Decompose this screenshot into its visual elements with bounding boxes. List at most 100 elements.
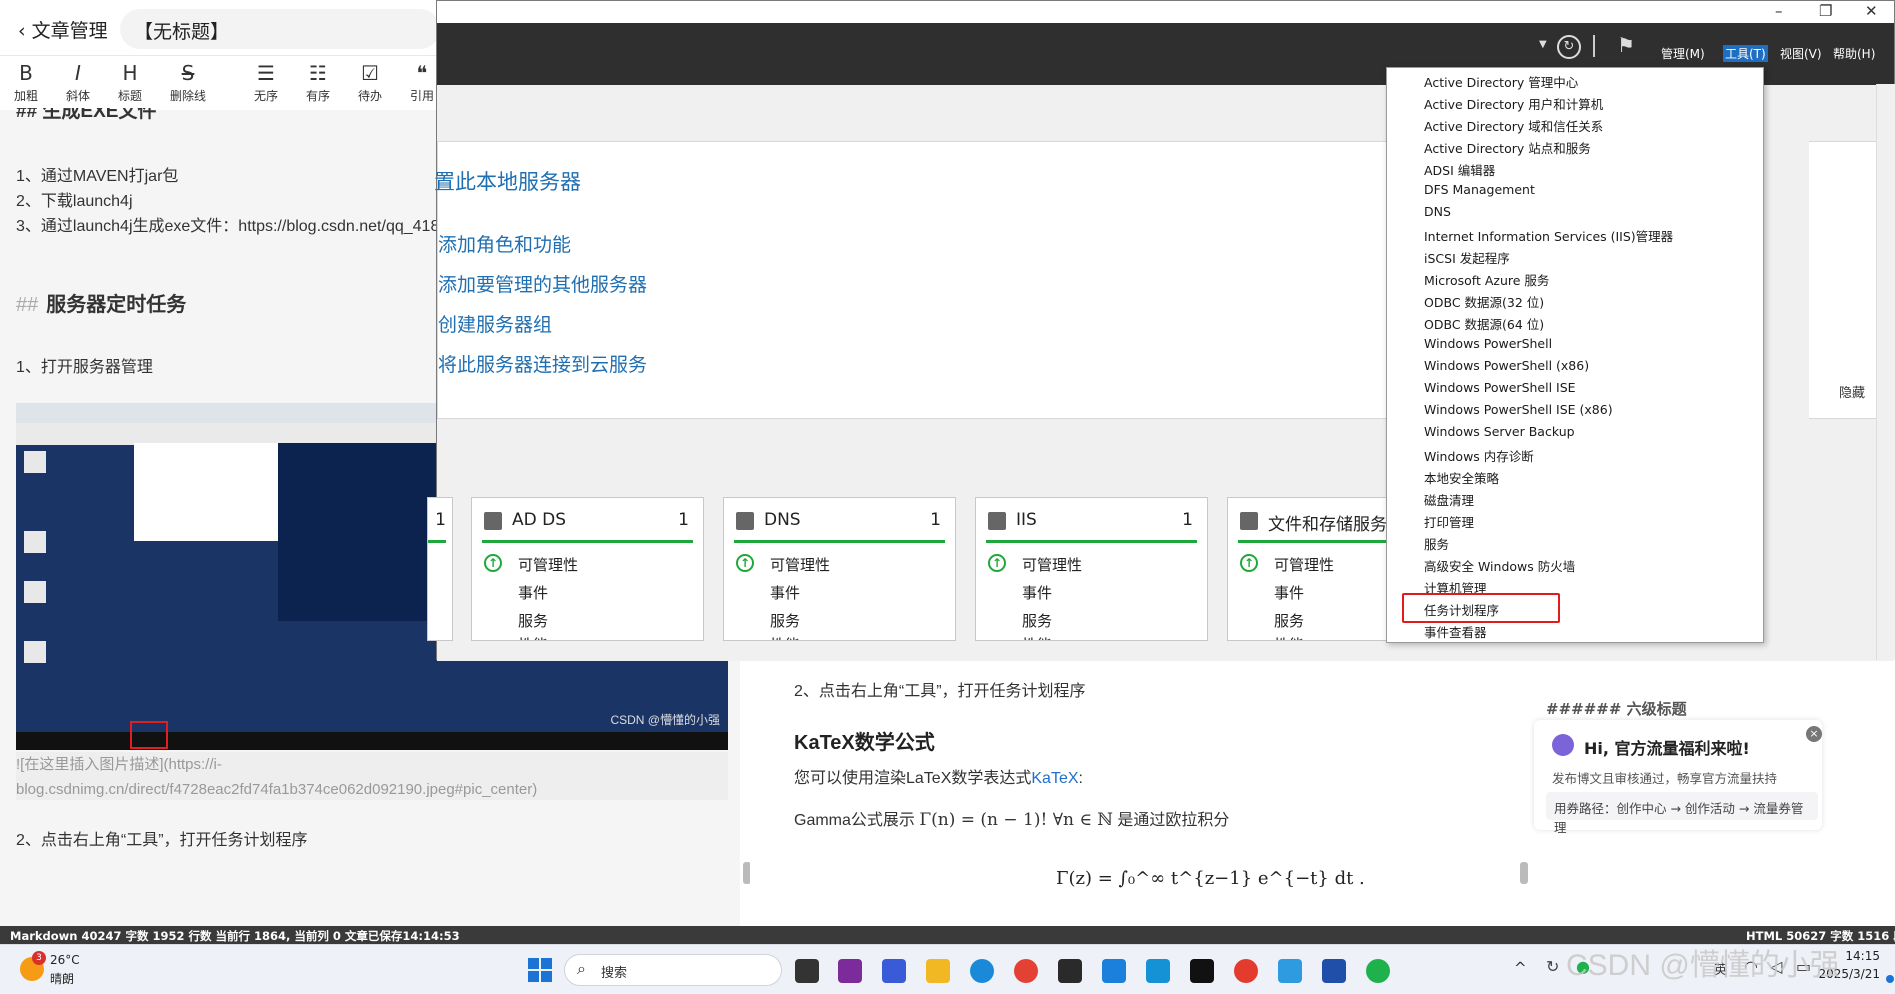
notepad-icon[interactable]	[1102, 959, 1126, 983]
todo-button[interactable]: ☑ 待办	[350, 62, 390, 104]
menu-item[interactable]: Active Directory 站点和服务	[1424, 138, 1591, 157]
tools-dropdown-menu: Active Directory 管理中心 Active Directory 用…	[1386, 67, 1764, 643]
ad-ds-icon	[484, 512, 502, 530]
editor-sidebar: ###### 六级标题 Hi, 官方流量福利来啦! 发布博文且审核通过，畅享官方…	[1530, 660, 1830, 940]
menu-item[interactable]: ODBC 数据源(64 位)	[1424, 314, 1544, 333]
close-icon[interactable]: ×	[1806, 726, 1822, 742]
remote-desktop-icon[interactable]	[1322, 959, 1346, 983]
remote-app-icon[interactable]	[1146, 959, 1170, 983]
menu-item[interactable]: Windows PowerShell ISE	[1424, 380, 1576, 395]
menu-item[interactable]: Windows Server Backup	[1424, 424, 1575, 439]
terminal-icon[interactable]	[795, 959, 819, 983]
menu-item[interactable]: Active Directory 管理中心	[1424, 72, 1578, 91]
heading-icon: H	[122, 61, 138, 85]
notifications-flag-icon[interactable]: ⚑	[1617, 33, 1635, 57]
weather-desc: 晴朗	[50, 972, 75, 986]
minimize-button[interactable]: –	[1775, 2, 1783, 20]
menu-item[interactable]: 事件查看器	[1424, 622, 1487, 641]
menu-item[interactable]: 磁盘清理	[1424, 490, 1474, 509]
tray-chevron-up-icon[interactable]: ^	[1514, 959, 1527, 977]
menu-item[interactable]: ADSI 编辑器	[1424, 160, 1495, 179]
editor-app-icon[interactable]	[882, 959, 906, 983]
menu-item[interactable]: Internet Information Services (IIS)管理器	[1424, 226, 1673, 245]
dashboard-scrollbar[interactable]	[1876, 84, 1895, 660]
gift-icon	[1552, 734, 1574, 756]
menu-item[interactable]: DNS	[1424, 204, 1451, 219]
refresh-icon[interactable]: ↻	[1557, 35, 1581, 59]
hide-link[interactable]: 隐藏	[1839, 382, 1865, 401]
configure-local-server-link[interactable]: 置此本地服务器	[434, 166, 581, 196]
promo-card: Hi, 官方流量福利来啦! 发布博文且审核通过，畅享官方流量扶持 用券路径：创作…	[1534, 720, 1822, 835]
role-card-adds[interactable]: AD DS 1 ↑ 可管理性 事件 服务 性能	[471, 497, 704, 641]
gamma-line: Gamma公式展示 Γ(n) = (n − 1)! ∀n ∈ ℕ 是通过欧拉积分	[794, 810, 1230, 830]
edge-icon[interactable]	[970, 959, 994, 983]
add-servers-link[interactable]: 添加要管理的其他服务器	[438, 270, 647, 297]
role-card-iis[interactable]: IIS 1 ↑ 可管理性 事件 服务 性能	[975, 497, 1208, 641]
capcut-icon[interactable]	[1190, 959, 1214, 983]
windows-start-icon[interactable]	[528, 958, 552, 982]
menu-item[interactable]: Microsoft Azure 服务	[1424, 270, 1549, 289]
role-card-dns[interactable]: DNS 1 ↑ 可管理性 事件 服务 性能	[723, 497, 956, 641]
article-title-input[interactable]: 【无标题】	[120, 9, 440, 49]
menu-item[interactable]: Active Directory 域和信任关系	[1424, 116, 1603, 135]
bold-button[interactable]: B 加粗	[6, 62, 46, 104]
preview-scrollbar[interactable]	[1520, 862, 1528, 884]
strikethrough-button[interactable]: S 删除线	[168, 62, 208, 104]
close-button[interactable]: ✕	[1865, 2, 1878, 20]
heading-button[interactable]: H 标题	[110, 62, 150, 104]
menu-item[interactable]: Windows PowerShell (x86)	[1424, 358, 1589, 373]
embedded-highlight-box	[130, 721, 168, 749]
menu-tools[interactable]: 工具(T)	[1723, 45, 1768, 62]
italic-button[interactable]: I 斜体	[58, 62, 98, 104]
add-roles-link[interactable]: 添加角色和功能	[438, 230, 571, 257]
cloud-icon[interactable]	[1278, 959, 1302, 983]
sidebar-heading: ###### 六级标题	[1546, 700, 1687, 718]
html-preview-pane: 2、点击右上角“工具”，打开任务计划程序 KaTeX数学公式 您可以使用渲染La…	[750, 650, 1530, 938]
onenote-icon[interactable]	[838, 959, 862, 983]
dropdown-arrow-icon[interactable]: ▼	[1539, 39, 1547, 50]
role-card-file-storage[interactable]: 文件和存储服务 ↑ 可管理性 事件 服务 性能	[1227, 497, 1389, 641]
menu-manage[interactable]: 管理(M)	[1661, 45, 1705, 62]
sync-icon[interactable]: ↻	[1546, 957, 1559, 976]
katex-link[interactable]: KaTeX	[1031, 770, 1078, 787]
wechat-icon[interactable]	[1366, 959, 1390, 983]
markdown-toolbar: B 加粗 I 斜体 H 标题 S 删除线 ☰ 无序 ☷ 有序 ☑ 待办 ❝ 引用	[0, 58, 440, 110]
menu-item[interactable]: iSCSI 发起程序	[1424, 248, 1510, 267]
step-line: 1、通过MAVEN打jar包	[16, 168, 179, 185]
file-explorer-icon[interactable]	[926, 959, 950, 983]
step-line: 2、下载launch4j	[16, 193, 133, 210]
integral-formula: Γ(z) = ∫₀^∞ t^{z−1} e^{−t} dt .	[1056, 868, 1365, 889]
menu-item[interactable]: 服务	[1424, 534, 1449, 553]
menu-item[interactable]: ODBC 数据源(32 位)	[1424, 292, 1544, 311]
menu-item[interactable]: Active Directory 用户和计算机	[1424, 94, 1603, 113]
jetbrains-icon[interactable]	[1058, 959, 1082, 983]
taskbar-search[interactable]: ⌕ 搜索	[564, 954, 782, 986]
menu-item[interactable]: Windows PowerShell ISE (x86)	[1424, 402, 1613, 417]
create-server-group-link[interactable]: 创建服务器组	[438, 310, 552, 337]
strikethrough-icon: S	[181, 61, 195, 85]
desktop-icon	[24, 531, 46, 553]
netease-icon[interactable]	[1234, 959, 1258, 983]
menu-item[interactable]: 本地安全策略	[1424, 468, 1499, 487]
connect-cloud-link[interactable]: 将此服务器连接到云服务	[438, 350, 647, 377]
chrome-icon[interactable]	[1014, 959, 1038, 983]
menu-item[interactable]: Windows PowerShell	[1424, 336, 1552, 351]
status-ok-icon: ↑	[484, 554, 502, 572]
status-ok-icon: ↑	[988, 554, 1006, 572]
role-card[interactable]: 1	[427, 497, 453, 641]
quick-start-panel: 置此本地服务器 添加角色和功能 添加要管理的其他服务器 创建服务器组 将此服务器…	[434, 141, 1387, 419]
menu-item[interactable]: 高级安全 Windows 防火墙	[1424, 556, 1575, 575]
search-icon: ⌕	[577, 959, 586, 978]
csdn-watermark: CSDN @懵懂的小强	[1566, 949, 1840, 982]
back-to-article-manage[interactable]: ‹ 文章管理	[18, 16, 108, 43]
unordered-list-button[interactable]: ☰ 无序	[246, 62, 286, 104]
menu-help[interactable]: 帮助(H)	[1833, 45, 1875, 62]
ordered-list-button[interactable]: ☷ 有序	[298, 62, 338, 104]
menu-view[interactable]: 视图(V)	[1780, 45, 1822, 62]
menu-item[interactable]: 打印管理	[1424, 512, 1474, 531]
menu-item[interactable]: Windows 内存诊断	[1424, 446, 1534, 465]
notification-dot-icon[interactable]	[1886, 975, 1894, 983]
separator	[1593, 35, 1595, 57]
menu-item[interactable]: DFS Management	[1424, 182, 1535, 197]
restore-button[interactable]: ❐	[1819, 2, 1832, 20]
